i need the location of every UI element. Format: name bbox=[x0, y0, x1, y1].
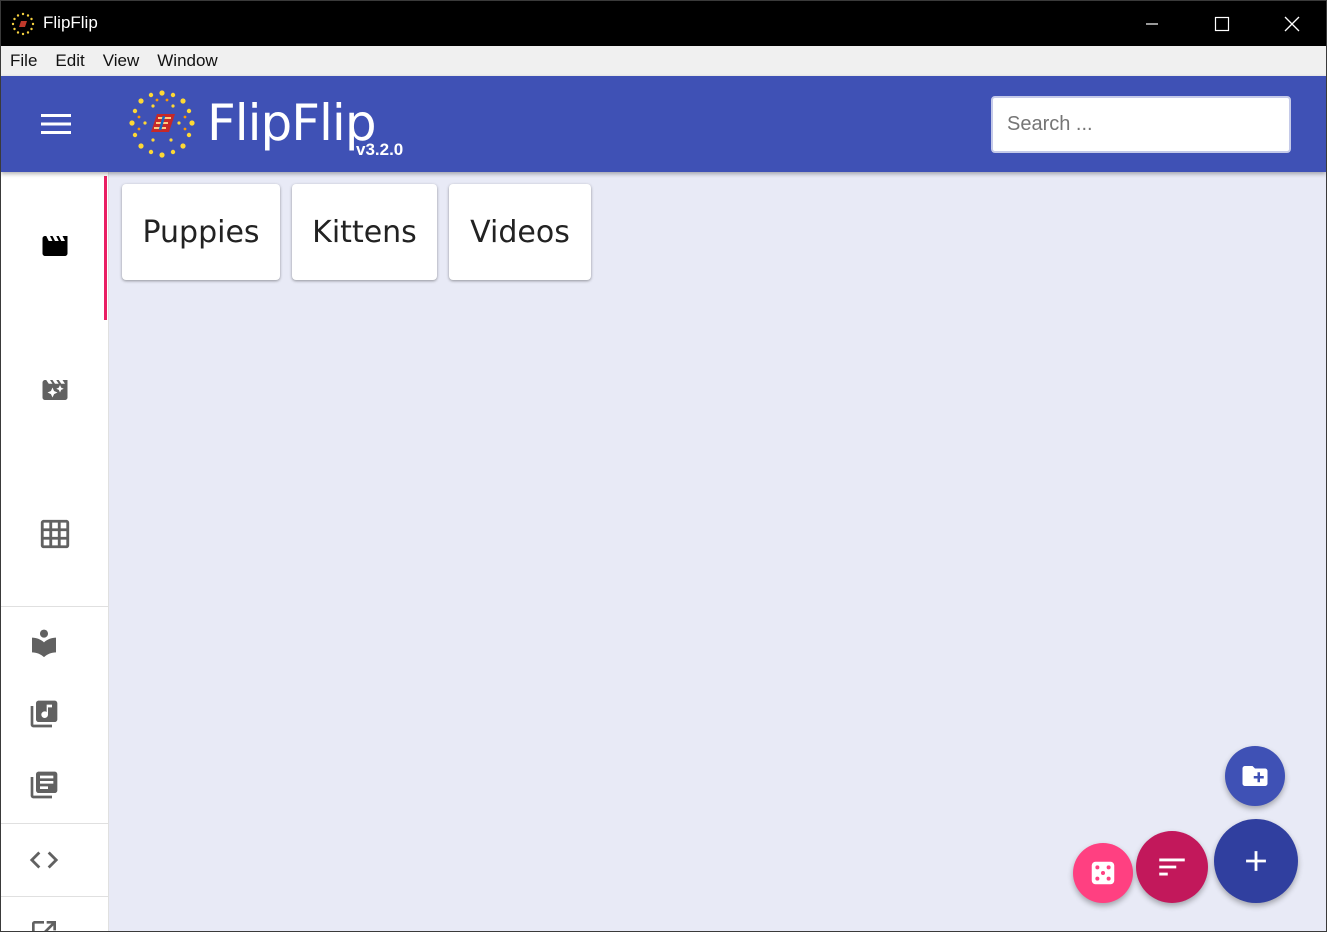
create-new-folder-icon bbox=[1242, 766, 1268, 786]
sidebar bbox=[1, 172, 109, 931]
close-button[interactable] bbox=[1257, 1, 1326, 46]
app-window: FlipFlip File Edit View Window FlipFlip … bbox=[0, 0, 1327, 932]
menu-icon bbox=[41, 114, 71, 134]
maximize-button[interactable] bbox=[1187, 1, 1257, 46]
menu-window[interactable]: Window bbox=[148, 46, 226, 76]
minimize-icon bbox=[1146, 22, 1158, 25]
menu-bar: File Edit View Window bbox=[1, 46, 1326, 76]
library-music-icon bbox=[30, 700, 58, 728]
close-icon bbox=[1284, 16, 1300, 31]
open-external-button[interactable] bbox=[1, 898, 87, 931]
app-name: FlipFlip bbox=[207, 94, 377, 152]
open-in-new-icon bbox=[32, 921, 56, 931]
dice-icon bbox=[1091, 861, 1115, 885]
minimize-button[interactable] bbox=[1117, 1, 1187, 46]
movie-icon bbox=[42, 236, 68, 256]
flipflip-logo bbox=[129, 90, 195, 158]
sidebar-divider bbox=[1, 606, 109, 607]
app-bar: FlipFlip v3.2.0 bbox=[1, 76, 1326, 172]
scripting-button[interactable] bbox=[1, 825, 87, 895]
sidebar-divider bbox=[1, 896, 109, 897]
add-scene-button[interactable] bbox=[1214, 819, 1298, 903]
audio-library-button[interactable] bbox=[1, 679, 87, 749]
app-version: v3.2.0 bbox=[356, 140, 404, 159]
random-scene-button[interactable] bbox=[1073, 843, 1133, 903]
app-icon bbox=[11, 12, 35, 36]
menu-view[interactable]: View bbox=[94, 46, 149, 76]
add-icon bbox=[1246, 851, 1266, 871]
grid-icon bbox=[40, 519, 70, 549]
movie-filter-icon bbox=[42, 380, 68, 400]
code-icon bbox=[29, 851, 59, 869]
sidebar-divider bbox=[1, 823, 109, 824]
sort-icon bbox=[1159, 858, 1185, 876]
scene-card-puppies[interactable]: Puppies bbox=[122, 184, 280, 280]
scenes-area: Puppies Kittens Videos bbox=[109, 172, 1326, 931]
menu-file[interactable]: File bbox=[1, 46, 46, 76]
sort-button[interactable] bbox=[1136, 831, 1208, 903]
title-bar: FlipFlip bbox=[1, 1, 1326, 46]
drawer-toggle-button[interactable] bbox=[31, 104, 81, 144]
scene-card-videos[interactable]: Videos bbox=[449, 184, 591, 280]
library-books-icon bbox=[30, 771, 58, 799]
scene-card-kittens[interactable]: Kittens bbox=[292, 184, 437, 280]
tab-scenes[interactable] bbox=[1, 174, 109, 320]
tab-scene-generators[interactable] bbox=[1, 318, 109, 462]
library-reader-icon bbox=[32, 629, 56, 658]
add-folder-button[interactable] bbox=[1225, 746, 1285, 806]
window-title: FlipFlip bbox=[43, 13, 98, 32]
menu-edit[interactable]: Edit bbox=[46, 46, 93, 76]
maximize-icon bbox=[1214, 16, 1230, 31]
tab-grids[interactable] bbox=[1, 462, 109, 606]
search-input[interactable] bbox=[991, 96, 1291, 153]
script-library-button[interactable] bbox=[1, 750, 87, 820]
library-button[interactable] bbox=[1, 608, 87, 678]
